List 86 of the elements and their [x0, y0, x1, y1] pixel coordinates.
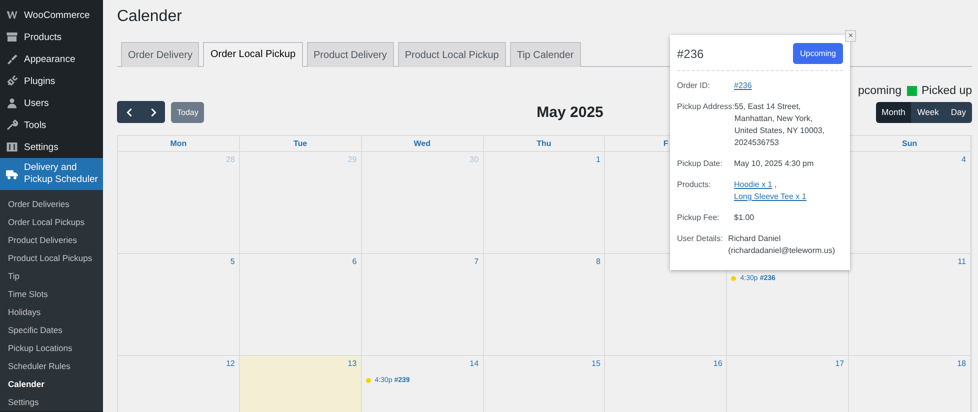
link[interactable]: #236: [734, 81, 752, 90]
field-label: Pickup Fee:: [677, 212, 720, 224]
day-number[interactable]: 12: [226, 359, 235, 368]
month-title: May 2025: [536, 104, 604, 120]
day-cell[interactable]: 5: [118, 254, 240, 356]
day-number[interactable]: 11: [958, 257, 966, 266]
view-button[interactable]: Month: [876, 102, 912, 122]
day-number[interactable]: 18: [957, 359, 966, 368]
status-badge: Upcoming: [792, 43, 843, 64]
day-cell[interactable]: 16: [605, 356, 728, 412]
day-cell[interactable]: 15: [484, 356, 606, 412]
submenu-item[interactable]: Specific Dates: [0, 321, 103, 339]
link[interactable]: Hoodie x 1: [734, 180, 772, 189]
truck-icon: [6, 168, 18, 180]
chevron-left-icon: [124, 108, 134, 116]
day-cell[interactable]: 7: [362, 254, 484, 356]
day-number[interactable]: 1: [596, 155, 600, 164]
day-cell[interactable]: 17: [727, 356, 850, 412]
submenu-item[interactable]: Pickup Locations: [0, 339, 103, 357]
field-label: Order ID:: [677, 80, 711, 92]
plug-icon: [6, 75, 18, 87]
weekday-header-cell: Tue: [240, 136, 362, 152]
link[interactable]: Long Sleeve Tee x 1: [734, 192, 806, 201]
day-number[interactable]: 17: [835, 359, 844, 368]
submenu-item[interactable]: Calender: [0, 375, 103, 393]
menu-item[interactable]: Appearance: [0, 48, 103, 70]
day-cell[interactable]: 1: [484, 152, 606, 254]
day-number[interactable]: 13: [348, 359, 357, 368]
submenu-item[interactable]: Holidays: [0, 303, 103, 321]
field-value: May 10, 2025 4:30 pm: [734, 159, 814, 168]
menu-item[interactable]: Plugins: [0, 70, 103, 92]
field-value: ,: [773, 180, 777, 189]
submenu-item[interactable]: Tip: [0, 267, 103, 285]
day-number[interactable]: 15: [592, 359, 600, 368]
paintbrush-icon: [6, 53, 18, 65]
tab[interactable]: Order Local Pickup: [203, 42, 303, 67]
submenu-item[interactable]: Scheduler Rules: [0, 357, 103, 375]
submenu-item[interactable]: Product Deliveries: [0, 231, 103, 249]
box-icon: [6, 31, 18, 43]
close-button[interactable]: ×: [845, 30, 856, 42]
field-label: Pickup Address:: [677, 101, 734, 113]
tab[interactable]: Tip Calender: [510, 42, 581, 67]
menu-item[interactable]: Products: [0, 26, 103, 48]
legend-label: Picked up: [921, 85, 972, 97]
w-logo-icon: [6, 9, 18, 21]
day-number[interactable]: 7: [474, 257, 479, 266]
day-cell[interactable]: 13: [240, 356, 362, 412]
field-value: Richard Daniel (richardadaniel@teleworm.us): [728, 234, 835, 255]
weekday-header-cell: Mon: [118, 136, 240, 152]
submenu-item[interactable]: Settings: [0, 393, 103, 411]
field-label: Pickup Date:: [677, 158, 724, 170]
person-icon: [6, 97, 18, 109]
tab[interactable]: Product Local Pickup: [398, 42, 506, 67]
chevron-right-icon: [148, 108, 158, 116]
menu-item[interactable]: WooCommerce: [0, 4, 103, 26]
weekday-header-cell: Wed: [362, 136, 484, 152]
day-cell[interactable]: 18: [849, 356, 971, 412]
day-number[interactable]: 6: [352, 257, 357, 266]
field-label: User Details:: [677, 233, 724, 245]
submenu-item[interactable]: Order Local Pickups: [0, 213, 103, 231]
view-button[interactable]: Day: [944, 102, 972, 122]
day-number[interactable]: 4: [962, 155, 966, 164]
legend-label: pcoming: [858, 85, 902, 97]
submenu-item[interactable]: Time Slots: [0, 285, 103, 303]
field-label: Products:: [677, 179, 712, 191]
page-title: Calender: [117, 8, 183, 26]
submenu-item[interactable]: Product Local Pickups: [0, 249, 103, 267]
field-value: $1.00: [734, 213, 754, 222]
menu-item[interactable]: Settings: [0, 136, 103, 158]
day-number[interactable]: 14: [470, 359, 479, 368]
menu-item[interactable]: Delivery and Pickup Scheduler: [0, 158, 103, 190]
wrench-icon: [6, 119, 18, 131]
tab[interactable]: Order Delivery: [121, 42, 200, 67]
day-number[interactable]: 5: [230, 257, 235, 266]
tab[interactable]: Product Delivery: [306, 42, 394, 67]
menu-item[interactable]: Users: [0, 92, 103, 114]
day-number[interactable]: 8: [596, 257, 600, 266]
field-value: 55, East 14 Street, Manhattan, New York, United States, NY 10003, 2024536753: [734, 102, 825, 147]
view-button[interactable]: Week: [911, 102, 945, 122]
sliders-icon: [6, 141, 18, 153]
submenu-item[interactable]: Order Deliveries: [0, 195, 103, 213]
popup-title: #236: [677, 46, 704, 60]
day-cell[interactable]: 8: [484, 254, 606, 356]
weekday-header-cell: Thu: [484, 136, 606, 152]
day-number[interactable]: 16: [713, 359, 722, 368]
menu-item[interactable]: Tools: [0, 114, 103, 136]
